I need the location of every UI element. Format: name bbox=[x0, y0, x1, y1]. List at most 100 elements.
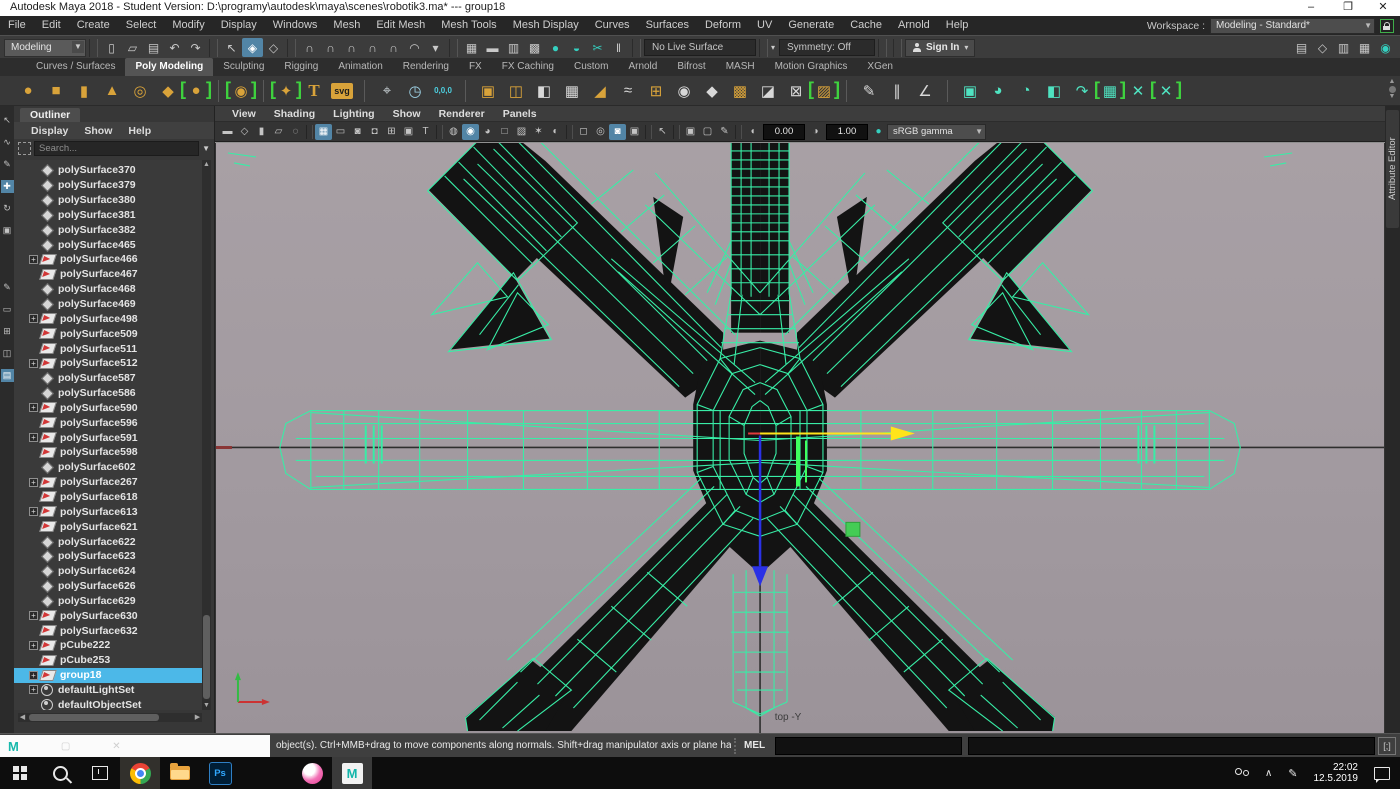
outliner-item-polysurface267[interactable]: + polySurface267 bbox=[14, 475, 203, 490]
film-gate-icon[interactable]: ▭ bbox=[332, 124, 349, 140]
command-line-grip[interactable] bbox=[734, 738, 739, 754]
paint-select-tool-icon[interactable]: ✎ bbox=[1, 158, 14, 171]
chevron-down-icon[interactable]: ▾ bbox=[771, 43, 775, 52]
delete-history-icon[interactable]: ◷ bbox=[403, 79, 427, 103]
scroll-down-icon[interactable]: ▼ bbox=[202, 701, 211, 710]
outliner-item-polysurface498[interactable]: + polySurface498 bbox=[14, 311, 203, 326]
target-weld-icon[interactable]: ✕ bbox=[1126, 79, 1150, 103]
render-view-icon[interactable]: ▦ bbox=[461, 38, 482, 57]
expand-icon[interactable]: + bbox=[29, 670, 38, 680]
modeling-toolkit-icon[interactable]: ▤ bbox=[1291, 38, 1312, 57]
last-tool-icon[interactable]: ✎ bbox=[1, 281, 14, 294]
select-tool-icon[interactable]: ↖ bbox=[1, 114, 14, 127]
use-all-lights-icon[interactable]: ✶ bbox=[530, 124, 547, 140]
outliner-vertical-scrollbar[interactable]: ▲ ▼ bbox=[202, 160, 211, 710]
outliner-item-polysurface466[interactable]: + polySurface466 bbox=[14, 252, 203, 267]
status-group-separator[interactable] bbox=[759, 38, 768, 57]
menu-set-dropdown[interactable]: Modeling ▼ bbox=[4, 38, 86, 57]
multi-cut-icon[interactable]: ✕ bbox=[1150, 79, 1182, 103]
outliner-item-defaultobjectset[interactable]: defaultObjectSet bbox=[14, 697, 203, 710]
scrollbar-thumb[interactable] bbox=[29, 714, 159, 721]
poly-cube-icon[interactable]: ■ bbox=[44, 79, 68, 103]
outliner-menu-help[interactable]: Help bbox=[121, 125, 158, 137]
uv-editor-icon[interactable]: ▦ bbox=[1094, 79, 1126, 103]
outliner-item-polysurface630[interactable]: + polySurface630 bbox=[14, 608, 203, 623]
redo-icon[interactable]: ↷ bbox=[185, 38, 206, 57]
shelf-tab-curves-surfaces[interactable]: Curves / Surfaces bbox=[26, 58, 125, 76]
gate-mask-icon[interactable]: ◘ bbox=[366, 124, 383, 140]
status-group-separator[interactable] bbox=[287, 38, 296, 57]
workspace-lock-icon[interactable] bbox=[1380, 18, 1394, 33]
taskbar-search-button[interactable] bbox=[40, 757, 80, 789]
outliner-item-polysurface511[interactable]: polySurface511 bbox=[14, 341, 203, 356]
expand-icon[interactable]: + bbox=[29, 611, 38, 621]
sign-in-button[interactable]: Sign In ▾ bbox=[905, 38, 976, 57]
outliner-item-polysurface598[interactable]: polySurface598 bbox=[14, 445, 203, 460]
xray-active-components-icon[interactable]: ◎ bbox=[592, 124, 609, 140]
extrude-icon[interactable]: ⊞ bbox=[644, 79, 668, 103]
camera-attributes-icon[interactable]: ◇ bbox=[236, 124, 253, 140]
live-surface-field[interactable]: No Live Surface bbox=[644, 39, 756, 56]
menu-display[interactable]: Display bbox=[213, 16, 265, 35]
snap-to-curve-icon[interactable]: ∩ bbox=[320, 38, 341, 57]
color-management-icon[interactable]: ● bbox=[870, 124, 887, 140]
outliner-item-polysurface626[interactable]: polySurface626 bbox=[14, 579, 203, 594]
humanik-icon[interactable]: ◇ bbox=[1312, 38, 1333, 57]
move-tool-icon[interactable]: ✚ bbox=[0, 180, 14, 193]
status-group-separator[interactable] bbox=[632, 38, 641, 57]
snap-options-icon[interactable]: ▾ bbox=[425, 38, 446, 57]
colorspace-dropdown[interactable]: sRGB gamma ▼ bbox=[887, 123, 986, 140]
taskbar-music-app[interactable]: ♪ bbox=[292, 757, 332, 789]
symmetry-field[interactable]: Symmetry: Off bbox=[779, 39, 876, 56]
pen-icon[interactable]: ✎ bbox=[1288, 767, 1297, 780]
outliner-item-polysurface382[interactable]: polySurface382 bbox=[14, 222, 203, 237]
outliner-item-polysurface621[interactable]: polySurface621 bbox=[14, 519, 203, 534]
layout-outliner-persp-icon[interactable]: ▤ bbox=[0, 369, 14, 382]
viewport-menu-lighting[interactable]: Lighting bbox=[324, 108, 383, 120]
xray-icon[interactable]: ◻ bbox=[575, 124, 592, 140]
action-center-icon[interactable] bbox=[1374, 766, 1390, 783]
boolean-icon[interactable]: ◉ bbox=[672, 79, 696, 103]
menu-deform[interactable]: Deform bbox=[697, 16, 749, 35]
expand-icon[interactable]: + bbox=[29, 685, 38, 695]
smooth-shade-icon[interactable]: ◉ bbox=[462, 123, 479, 140]
outliner-item-polysurface591[interactable]: + polySurface591 bbox=[14, 430, 203, 445]
undo-icon[interactable]: ↶ bbox=[164, 38, 185, 57]
viewport-3d-canvas[interactable]: top -Y bbox=[215, 142, 1385, 733]
safe-title-icon[interactable]: T bbox=[417, 124, 434, 140]
outliner-item-polysurface468[interactable]: polySurface468 bbox=[14, 282, 203, 297]
outliner-item-polysurface381[interactable]: polySurface381 bbox=[14, 208, 203, 223]
reduce-icon[interactable]: ▩ bbox=[728, 79, 752, 103]
safe-action-icon[interactable]: ▣ bbox=[400, 124, 417, 140]
taskbar-photoshop[interactable]: Ps bbox=[200, 757, 240, 789]
scroll-up-icon[interactable]: ▲ bbox=[202, 160, 211, 169]
menu-surfaces[interactable]: Surfaces bbox=[638, 16, 697, 35]
shelf-tab-mash[interactable]: MASH bbox=[716, 58, 765, 76]
outliner-item-polysurface596[interactable]: polySurface596 bbox=[14, 415, 203, 430]
poly-super-shape-icon[interactable]: ✦ bbox=[270, 79, 302, 103]
edit-edge-flow-icon[interactable]: ∥ bbox=[885, 79, 909, 103]
image-plane-icon[interactable]: ▱ bbox=[270, 124, 287, 140]
expand-icon[interactable]: + bbox=[29, 640, 38, 650]
textured-icon[interactable]: ▨ bbox=[513, 124, 530, 140]
viewport-menu-panels[interactable]: Panels bbox=[494, 108, 546, 120]
expand-icon[interactable]: + bbox=[29, 358, 38, 368]
slide-edge-icon[interactable]: ∠ bbox=[913, 79, 937, 103]
viewport-menu-renderer[interactable]: Renderer bbox=[430, 108, 494, 120]
outliner-item-pcube222[interactable]: + pCube222 bbox=[14, 638, 203, 653]
grease-pencil-icon[interactable]: ✎ bbox=[716, 124, 733, 140]
outliner-item-polysurface465[interactable]: polySurface465 bbox=[14, 237, 203, 252]
poly-plane-icon[interactable]: ◆ bbox=[156, 79, 180, 103]
status-group-separator[interactable] bbox=[89, 38, 98, 57]
status-group-separator[interactable] bbox=[878, 38, 888, 57]
outliner-menu-show[interactable]: Show bbox=[77, 125, 119, 137]
menu-mesh-display[interactable]: Mesh Display bbox=[505, 16, 587, 35]
grid-icon[interactable]: ▦ bbox=[315, 123, 332, 140]
shelf-tab-sculpting[interactable]: Sculpting bbox=[213, 58, 274, 76]
outliner-item-polysurface586[interactable]: polySurface586 bbox=[14, 386, 203, 401]
layout-four-view-icon[interactable]: ⊞ bbox=[1, 325, 14, 338]
script-editor-button[interactable]: [;] bbox=[1378, 737, 1396, 755]
status-group-separator[interactable] bbox=[209, 38, 218, 57]
save-scene-icon[interactable]: ▤ bbox=[143, 38, 164, 57]
menu-file[interactable]: File bbox=[0, 16, 34, 35]
